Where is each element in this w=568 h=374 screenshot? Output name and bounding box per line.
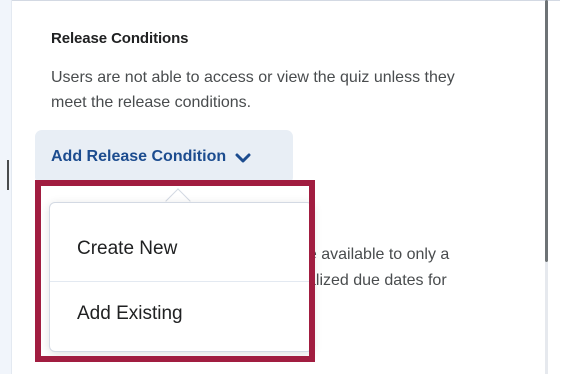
add-release-condition-button[interactable]: Add Release Condition [35,130,293,184]
resize-handle[interactable] [7,160,9,190]
section-description: Users are not able to access or view the… [51,69,455,111]
chevron-down-icon [235,151,251,163]
top-divider [0,0,560,1]
highlight-box [35,180,315,362]
scrollbar-track[interactable] [545,262,548,374]
background-text-line-2: alized due dates for [307,272,447,289]
section-heading: Release Conditions [51,30,189,47]
add-release-condition-label: Add Release Condition [51,148,227,165]
release-conditions-panel: Release Conditions Users are not able to… [0,0,568,374]
scrollbar-thumb[interactable] [545,0,548,262]
background-text-line-1: be available to only a [299,246,450,263]
left-rail [0,0,12,374]
